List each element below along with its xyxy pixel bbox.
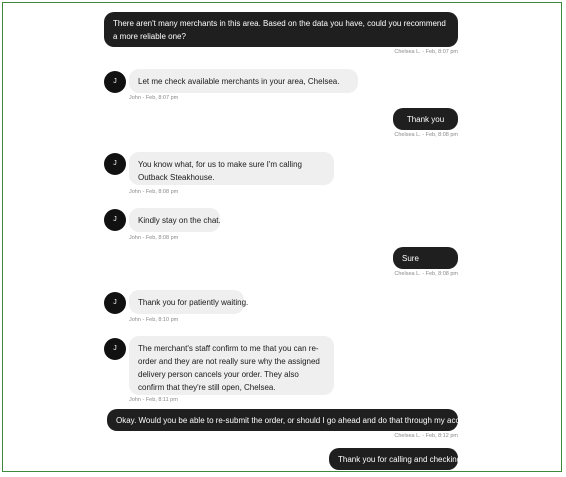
agent-avatar: J [104, 292, 126, 314]
message-meta: John - Feb, 8:08 pm [129, 189, 179, 195]
agent-avatar: J [104, 338, 126, 360]
outgoing-message-bubble: There aren't many merchants in this area… [104, 12, 458, 47]
incoming-message-bubble: Let me check available merchants in your… [129, 69, 358, 93]
agent-avatar: J [104, 71, 126, 93]
message-meta: John - Feb, 8:10 pm [129, 317, 179, 323]
outgoing-message-bubble: Thank you [393, 108, 458, 130]
message-meta: Chelsea L. - Feb, 8:08 pm [394, 132, 458, 138]
message-meta: Chelsea L. - Feb, 8:12 pm [394, 433, 458, 439]
message-meta: Chelsea L. - Feb, 8:07 pm [394, 49, 458, 55]
incoming-message-bubble: Thank you for patiently waiting. [129, 290, 248, 314]
agent-avatar: J [104, 209, 126, 231]
outgoing-message-bubble: Sure [393, 247, 458, 269]
incoming-message-bubble: The merchant's staff confirm to me that … [129, 336, 334, 395]
message-meta: Chelsea L. - Feb, 8:08 pm [394, 271, 458, 277]
agent-avatar: J [104, 153, 126, 175]
incoming-message-bubble: Kindly stay on the chat. [129, 208, 221, 232]
message-meta: John - Feb, 8:07 pm [129, 95, 179, 101]
incoming-message-bubble: You know what, for us to make sure I'm c… [129, 152, 334, 185]
outgoing-message-bubble: Okay. Would you be able to re-submit the… [107, 409, 479, 431]
message-meta: John - Feb, 8:08 pm [129, 235, 179, 241]
chat-transcript: There aren't many merchants in this area… [2, 2, 562, 472]
message-meta: John - Feb, 8:11 pm [129, 397, 178, 403]
outgoing-message-bubble: Thank you for calling and checking! [329, 448, 463, 470]
